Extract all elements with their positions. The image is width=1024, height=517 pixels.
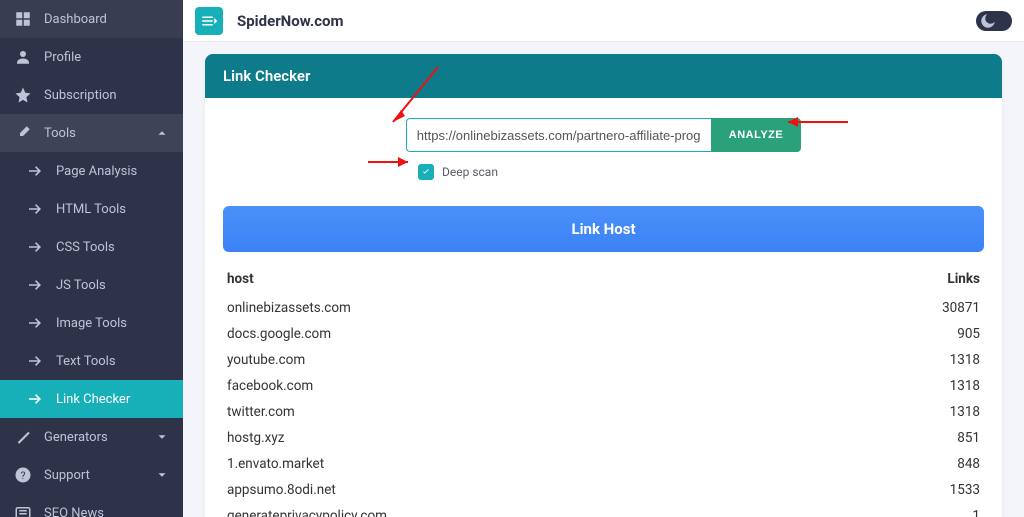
deep-scan-row: Deep scan xyxy=(223,164,984,180)
table-row: generateprivacypolicy.com 1 xyxy=(223,503,984,517)
cell-host: appsumo.8odi.net xyxy=(227,482,336,498)
cell-host: hostg.xyz xyxy=(227,430,284,446)
sidebar-label: Subscription xyxy=(44,88,117,103)
cell-links: 1318 xyxy=(950,352,980,368)
wand-icon xyxy=(14,428,32,446)
table-row: twitter.com 1318 xyxy=(223,399,984,425)
sidebar-item-subscription[interactable]: Subscription xyxy=(0,76,183,114)
sidebar-label: SEO News xyxy=(44,506,104,517)
table-row: docs.google.com 905 xyxy=(223,321,984,347)
sidebar-item-dashboard[interactable]: Dashboard xyxy=(0,0,183,38)
sidebar-item-profile[interactable]: Profile xyxy=(0,38,183,76)
table-row: hostg.xyz 851 xyxy=(223,425,984,451)
arrow-right-icon xyxy=(26,238,44,256)
sidebar-label: Link Checker xyxy=(56,392,130,407)
cell-host: twitter.com xyxy=(227,404,295,420)
sidebar-item-js-tools[interactable]: JS Tools xyxy=(0,266,183,304)
link-host-header: Link Host xyxy=(223,206,984,252)
col-host: host xyxy=(227,271,254,287)
deep-scan-checkbox[interactable] xyxy=(418,164,434,180)
card-body: ANALYZE Deep scan Link Host host Links o… xyxy=(205,98,1002,517)
menu-icon xyxy=(200,12,218,30)
cell-links: 1318 xyxy=(950,404,980,420)
chevron-down-icon xyxy=(155,430,169,444)
sidebar: Dashboard Profile Subscription Tools Pag… xyxy=(0,0,183,517)
table-header-row: host Links xyxy=(223,266,984,295)
sidebar-label: Image Tools xyxy=(56,316,127,331)
main-content: Link Checker ANALYZE Deep scan Link Host… xyxy=(183,42,1024,517)
arrow-right-icon xyxy=(26,314,44,332)
sidebar-item-css-tools[interactable]: CSS Tools xyxy=(0,228,183,266)
sidebar-item-generators[interactable]: Generators xyxy=(0,418,183,456)
chevron-down-icon xyxy=(155,468,169,482)
cell-host: docs.google.com xyxy=(227,326,331,342)
table-row: appsumo.8odi.net 1533 xyxy=(223,477,984,503)
cell-links: 1533 xyxy=(950,482,980,498)
sidebar-item-image-tools[interactable]: Image Tools xyxy=(0,304,183,342)
sidebar-item-link-checker[interactable]: Link Checker xyxy=(0,380,183,418)
cell-links: 30871 xyxy=(942,300,980,316)
chevron-up-icon xyxy=(155,126,169,140)
sidebar-item-html-tools[interactable]: HTML Tools xyxy=(0,190,183,228)
cell-links: 851 xyxy=(957,430,980,446)
sidebar-item-support[interactable]: ? Support xyxy=(0,456,183,494)
star-icon xyxy=(14,86,32,104)
sidebar-label: Dashboard xyxy=(44,12,107,27)
svg-text:?: ? xyxy=(21,469,26,482)
sidebar-label: Page Analysis xyxy=(56,164,137,179)
topbar: SpiderNow.com xyxy=(183,0,1024,42)
cell-host: facebook.com xyxy=(227,378,313,394)
analyze-button[interactable]: ANALYZE xyxy=(711,118,801,152)
sidebar-label: Generators xyxy=(44,430,108,445)
arrow-right-icon xyxy=(26,352,44,370)
table-row: onlinebizassets.com 30871 xyxy=(223,295,984,321)
check-icon xyxy=(421,167,431,177)
dark-mode-toggle[interactable] xyxy=(976,11,1012,31)
menu-toggle-button[interactable] xyxy=(195,7,223,35)
arrow-right-icon xyxy=(26,390,44,408)
sidebar-item-seo-news[interactable]: SEO News xyxy=(0,494,183,517)
sidebar-label: Support xyxy=(44,468,90,483)
cell-links: 905 xyxy=(957,326,980,342)
url-input[interactable] xyxy=(406,118,711,152)
cell-host: 1.envato.market xyxy=(227,456,324,472)
deep-scan-label: Deep scan xyxy=(442,165,498,179)
news-icon xyxy=(14,504,32,517)
cell-links: 848 xyxy=(957,456,980,472)
tools-icon xyxy=(14,124,32,142)
arrow-right-icon xyxy=(26,200,44,218)
table-row: 1.envato.market 848 xyxy=(223,451,984,477)
cell-host: onlinebizassets.com xyxy=(227,300,351,316)
arrow-right-icon xyxy=(26,162,44,180)
sidebar-label: CSS Tools xyxy=(56,240,115,255)
cell-links: 1 xyxy=(972,508,980,517)
sidebar-label: Profile xyxy=(44,50,81,65)
link-checker-card: Link Checker ANALYZE Deep scan Link Host… xyxy=(205,54,1002,517)
profile-icon xyxy=(14,48,32,66)
sidebar-item-text-tools[interactable]: Text Tools xyxy=(0,342,183,380)
sidebar-label: HTML Tools xyxy=(56,202,126,217)
url-input-row: ANALYZE xyxy=(223,118,984,152)
arrow-right-icon xyxy=(26,276,44,294)
host-table: host Links onlinebizassets.com 30871 docs… xyxy=(223,266,984,517)
sidebar-label: Text Tools xyxy=(56,354,116,369)
cell-host: generateprivacypolicy.com xyxy=(227,508,387,517)
table-row: facebook.com 1318 xyxy=(223,373,984,399)
sidebar-label: JS Tools xyxy=(56,278,106,293)
help-icon: ? xyxy=(14,466,32,484)
dashboard-icon xyxy=(14,10,32,28)
col-links: Links xyxy=(947,271,980,287)
cell-links: 1318 xyxy=(950,378,980,394)
sidebar-item-tools[interactable]: Tools xyxy=(0,114,183,152)
brand-title: SpiderNow.com xyxy=(237,12,343,30)
moon-icon xyxy=(979,12,997,30)
sidebar-item-page-analysis[interactable]: Page Analysis xyxy=(0,152,183,190)
sidebar-label: Tools xyxy=(44,126,76,141)
cell-host: youtube.com xyxy=(227,352,305,368)
card-title: Link Checker xyxy=(205,54,1002,98)
table-row: youtube.com 1318 xyxy=(223,347,984,373)
